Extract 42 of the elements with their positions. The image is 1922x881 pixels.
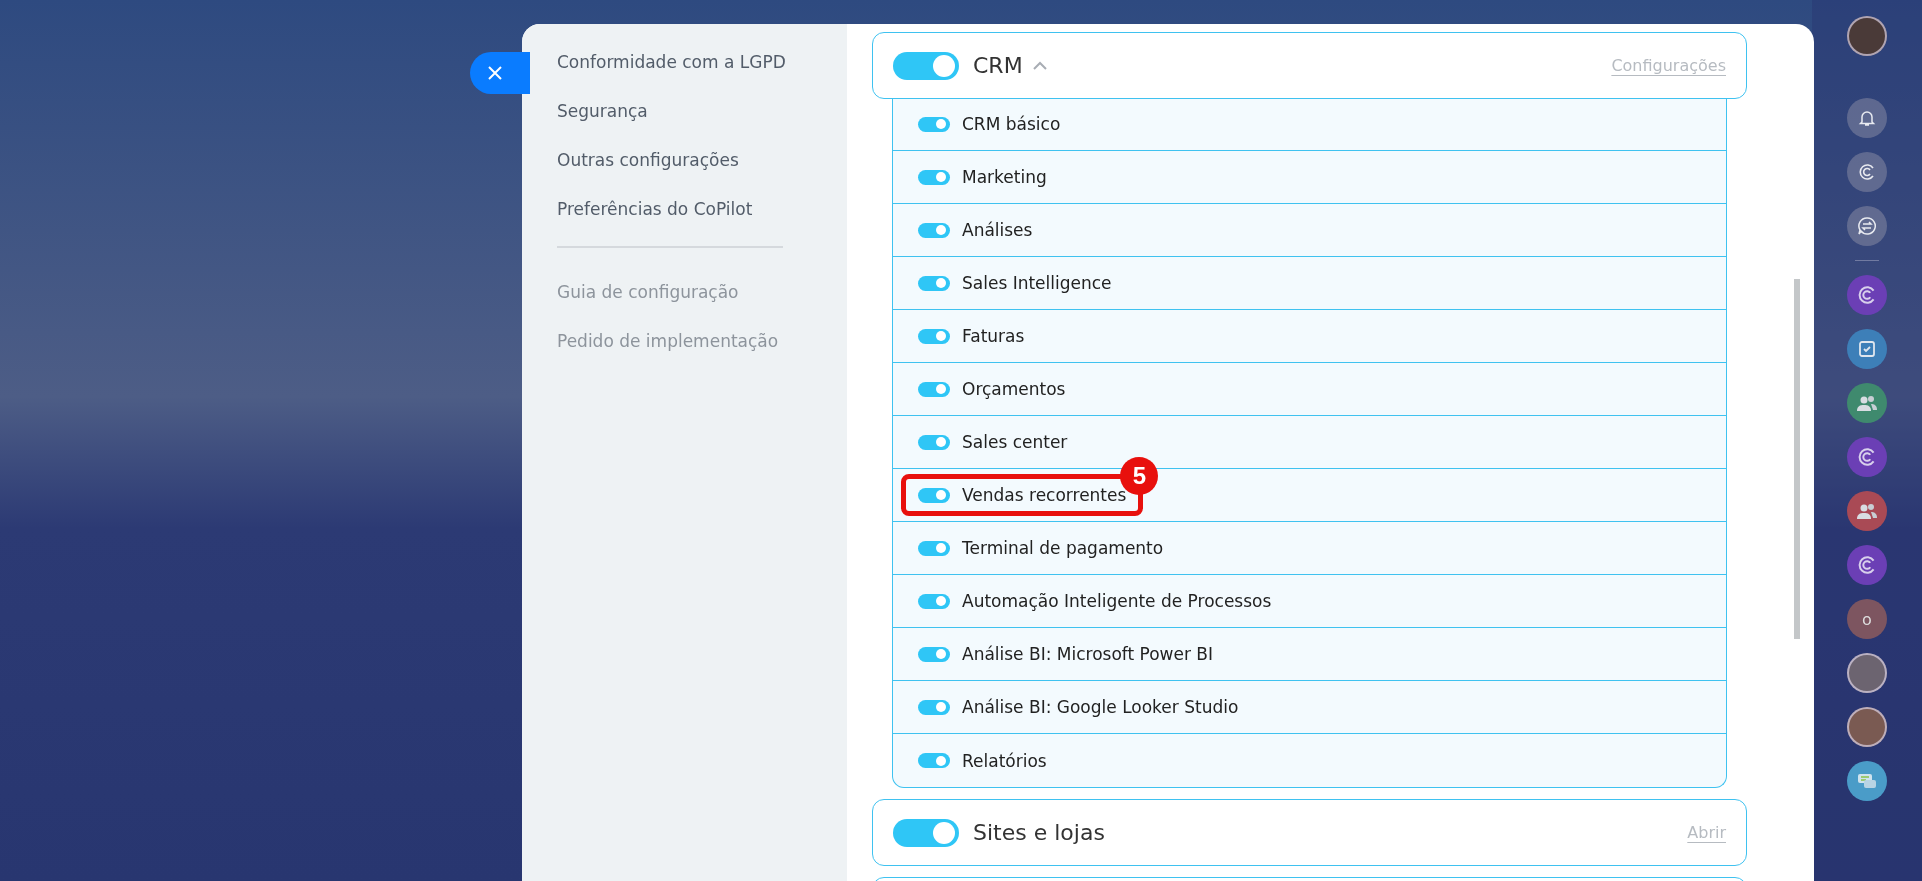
toggle-switch[interactable] [918,275,950,291]
toggle-switch[interactable] [893,51,959,80]
feature-label: Automação Inteligente de Processos [962,591,1272,611]
spiral-icon[interactable] [1847,152,1887,192]
feature-label: Relatórios [962,750,1047,771]
toggle-switch[interactable] [918,487,950,503]
feature-label: Sales Intelligence [962,273,1112,293]
toggle-switch[interactable] [918,699,950,715]
feature-label: Análise BI: Google Looker Studio [962,697,1239,717]
section-title: CRM [973,53,1023,78]
feature-label: Faturas [962,326,1025,346]
feature-label: Marketing [962,167,1047,187]
toggle-switch[interactable] [918,593,950,609]
toggle-switch[interactable] [918,381,950,397]
toggle-switch[interactable] [918,116,950,132]
toggle-switch[interactable] [918,169,950,185]
section-title: Sites e lojas [973,820,1105,845]
nav-link[interactable]: Conformidade com a LGPD [557,50,786,99]
toggle-switch[interactable] [918,646,950,662]
close-icon [488,66,502,80]
notification-bell-icon[interactable] [1847,98,1887,138]
toggle-switch[interactable] [893,818,959,847]
feature-label: Análises [962,220,1033,240]
nav-link[interactable]: Segurança [557,99,648,148]
feature-label: CRM básico [962,114,1061,134]
chevron-up-icon[interactable] [1032,61,1047,70]
close-button[interactable] [470,52,530,94]
toggle-switch[interactable] [918,540,950,556]
scrollbar-thumb[interactable] [1794,279,1800,639]
feature-label: Terminal de pagamento [962,538,1164,558]
feature-label: Sales center [962,432,1068,452]
chat-arrows-icon[interactable] [1847,206,1887,246]
nav-link[interactable]: Guia de configuração [557,280,739,329]
nav-link[interactable]: Preferências do CoPilot [557,197,753,246]
toggle-switch[interactable] [918,753,950,768]
toggle-switch[interactable] [918,434,950,450]
feature-label: Análise BI: Microsoft Power BI [962,644,1214,664]
nav-link[interactable]: Outras configurações [557,148,739,197]
nav-link[interactable]: Pedido de implementação [557,329,779,378]
feature-label: Orçamentos [962,379,1066,399]
toggle-switch[interactable] [918,328,950,344]
toggle-switch[interactable] [918,222,950,238]
